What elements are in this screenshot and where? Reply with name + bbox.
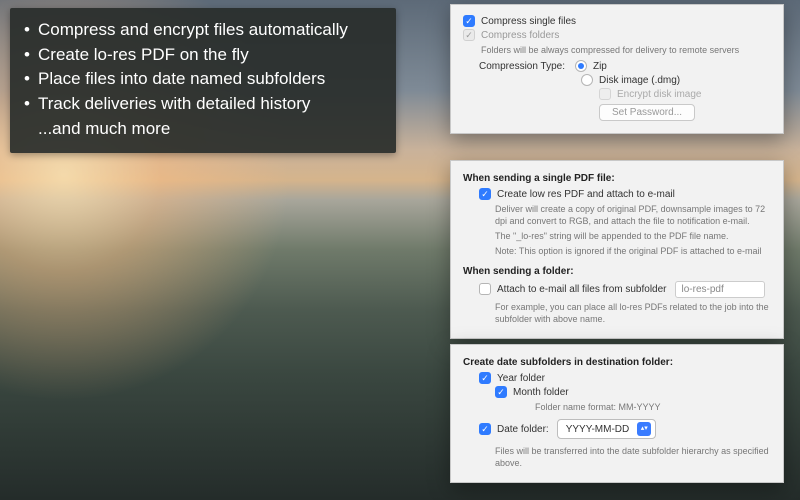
attach-subfolder-label: Attach to e-mail all files from subfolde… (497, 284, 667, 295)
feature-item: •Compress and encrypt files automaticall… (24, 18, 382, 43)
pdf-folder-help: For example, you can place all lo-res PD… (495, 301, 771, 325)
compression-panel: ✓ Compress single files ✓ Compress folde… (450, 4, 784, 134)
attach-subfolder-checkbox[interactable] (479, 283, 491, 295)
feature-text: Create lo-res PDF on the fly (38, 43, 382, 68)
feature-item: •Place files into date named subfolders (24, 67, 382, 92)
feature-text: Track deliveries with detailed history (38, 92, 382, 117)
compression-dmg-label: Disk image (.dmg) (599, 75, 680, 86)
feature-more-text: ...and much more (38, 117, 382, 142)
pdf-help-3: Note: This option is ignored if the orig… (495, 245, 771, 257)
set-password-button[interactable]: Set Password... (599, 104, 695, 121)
pdf-help-1: Deliver will create a copy of original P… (495, 203, 771, 227)
create-lowres-label: Create low res PDF and attach to e-mail (497, 189, 675, 200)
compress-folders-help: Folders will be always compressed for de… (481, 44, 771, 56)
year-folder-label: Year folder (497, 373, 545, 384)
compress-folders-checkbox: ✓ (463, 29, 475, 41)
date-format-value: YYYY-MM-DD (566, 424, 630, 435)
compress-single-checkbox[interactable]: ✓ (463, 15, 475, 27)
feature-item: •Create lo-res PDF on the fly (24, 43, 382, 68)
date-help: Files will be transferred into the date … (495, 445, 771, 469)
create-lowres-checkbox[interactable]: ✓ (479, 188, 491, 200)
chevron-updown-icon: ▴▾ (637, 422, 651, 436)
month-format-label: Folder name format: MM-YYYY (535, 401, 771, 413)
pdf-folder-title: When sending a folder: (463, 266, 771, 277)
pdf-panel: When sending a single PDF file: ✓ Create… (450, 160, 784, 339)
month-folder-checkbox[interactable]: ✓ (495, 386, 507, 398)
feature-text: Place files into date named subfolders (38, 67, 382, 92)
month-folder-label: Month folder (513, 387, 569, 398)
year-folder-checkbox[interactable]: ✓ (479, 372, 491, 384)
pdf-single-title: When sending a single PDF file: (463, 173, 771, 184)
feature-item: •Track deliveries with detailed history (24, 92, 382, 117)
date-folder-label: Date folder: (497, 424, 549, 435)
subfolder-name-input[interactable]: lo-res-pdf (675, 281, 765, 298)
compression-type-label: Compression Type: (479, 61, 565, 72)
compress-single-label: Compress single files (481, 16, 576, 27)
compression-zip-radio[interactable] (575, 60, 587, 72)
feature-more: ...and much more (24, 117, 382, 142)
date-format-select[interactable]: YYYY-MM-DD ▴▾ (557, 419, 657, 439)
compression-dmg-radio[interactable] (581, 74, 593, 86)
compress-folders-label: Compress folders (481, 30, 559, 41)
encrypt-disk-label: Encrypt disk image (617, 89, 701, 100)
pdf-help-2: The "_lo-res" string will be appended to… (495, 230, 771, 242)
date-subfolder-panel: Create date subfolders in destination fo… (450, 344, 784, 483)
feature-overlay: •Compress and encrypt files automaticall… (10, 8, 396, 153)
date-folder-checkbox[interactable]: ✓ (479, 423, 491, 435)
encrypt-disk-checkbox (599, 88, 611, 100)
date-title: Create date subfolders in destination fo… (463, 357, 771, 368)
compression-zip-label: Zip (593, 61, 607, 72)
feature-text: Compress and encrypt files automatically (38, 18, 382, 43)
